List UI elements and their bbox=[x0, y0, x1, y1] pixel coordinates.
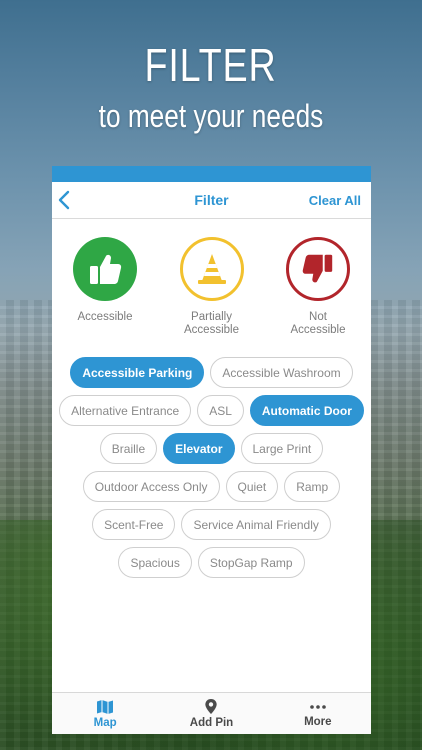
location-pin-icon bbox=[205, 698, 218, 715]
tag-service-animal-friendly[interactable]: Service Animal Friendly bbox=[181, 509, 331, 540]
tab-more[interactable]: More bbox=[265, 693, 371, 734]
tag-quiet[interactable]: Quiet bbox=[225, 471, 279, 502]
tag-scent-free[interactable]: Scent-Free bbox=[92, 509, 176, 540]
tag-accessible-washroom[interactable]: Accessible Washroom bbox=[210, 357, 353, 388]
accessibility-label: Not Accessible bbox=[290, 311, 346, 336]
tag-accessible-parking[interactable]: Accessible Parking bbox=[70, 357, 205, 388]
tag-braille[interactable]: Braille bbox=[99, 433, 158, 464]
tag-elevator[interactable]: Elevator bbox=[163, 433, 235, 464]
promo-headline: FILTER to meet your needs bbox=[0, 38, 422, 135]
traffic-cone-icon[interactable] bbox=[179, 237, 244, 301]
tag-outdoor-access-only[interactable]: Outdoor Access Only bbox=[82, 471, 220, 502]
tab-add-pin[interactable]: Add Pin bbox=[158, 693, 264, 734]
accessibility-level-row: Accessible Partially Accessible Not Acce… bbox=[52, 219, 371, 337]
map-icon bbox=[97, 699, 114, 714]
accessibility-label: Partially Accessible bbox=[184, 311, 239, 336]
accessibility-option-partial[interactable]: Partially Accessible bbox=[179, 237, 245, 337]
tab-label: More bbox=[304, 715, 332, 728]
accessibility-label: Accessible bbox=[77, 311, 133, 323]
feature-tag-list: Accessible Parking Accessible Washroom A… bbox=[52, 337, 371, 578]
chevron-left-icon[interactable] bbox=[58, 188, 78, 212]
tag-stopgap-ramp[interactable]: StopGap Ramp bbox=[197, 547, 305, 578]
tab-map[interactable]: Map bbox=[52, 693, 158, 734]
accessibility-option-not-accessible[interactable]: Not Accessible bbox=[285, 237, 351, 337]
tag-alternative-entrance[interactable]: Alternative Entrance bbox=[59, 395, 192, 426]
status-bar bbox=[52, 166, 371, 182]
tab-label: Map bbox=[93, 716, 117, 729]
more-dots-icon bbox=[310, 704, 326, 709]
tag-large-print[interactable]: Large Print bbox=[240, 433, 324, 464]
tag-automatic-door[interactable]: Automatic Door bbox=[249, 395, 364, 426]
thumbs-down-icon[interactable] bbox=[286, 237, 350, 301]
accessibility-option-accessible[interactable]: Accessible bbox=[72, 237, 138, 337]
promo-subtitle: to meet your needs bbox=[98, 98, 324, 134]
nav-bar: Filter Clear All bbox=[52, 182, 371, 219]
phone-screen: Filter Clear All Accessible Partially Ac… bbox=[52, 166, 371, 734]
tag-asl[interactable]: ASL bbox=[197, 395, 244, 426]
thumbs-up-icon[interactable] bbox=[73, 237, 137, 301]
clear-all-button[interactable]: Clear All bbox=[309, 193, 361, 208]
tag-spacious[interactable]: Spacious bbox=[118, 547, 192, 578]
tab-bar: Map Add Pin More bbox=[52, 692, 371, 734]
tab-label: Add Pin bbox=[189, 717, 234, 729]
promo-title: FILTER bbox=[144, 39, 278, 91]
tag-ramp[interactable]: Ramp bbox=[284, 471, 341, 502]
